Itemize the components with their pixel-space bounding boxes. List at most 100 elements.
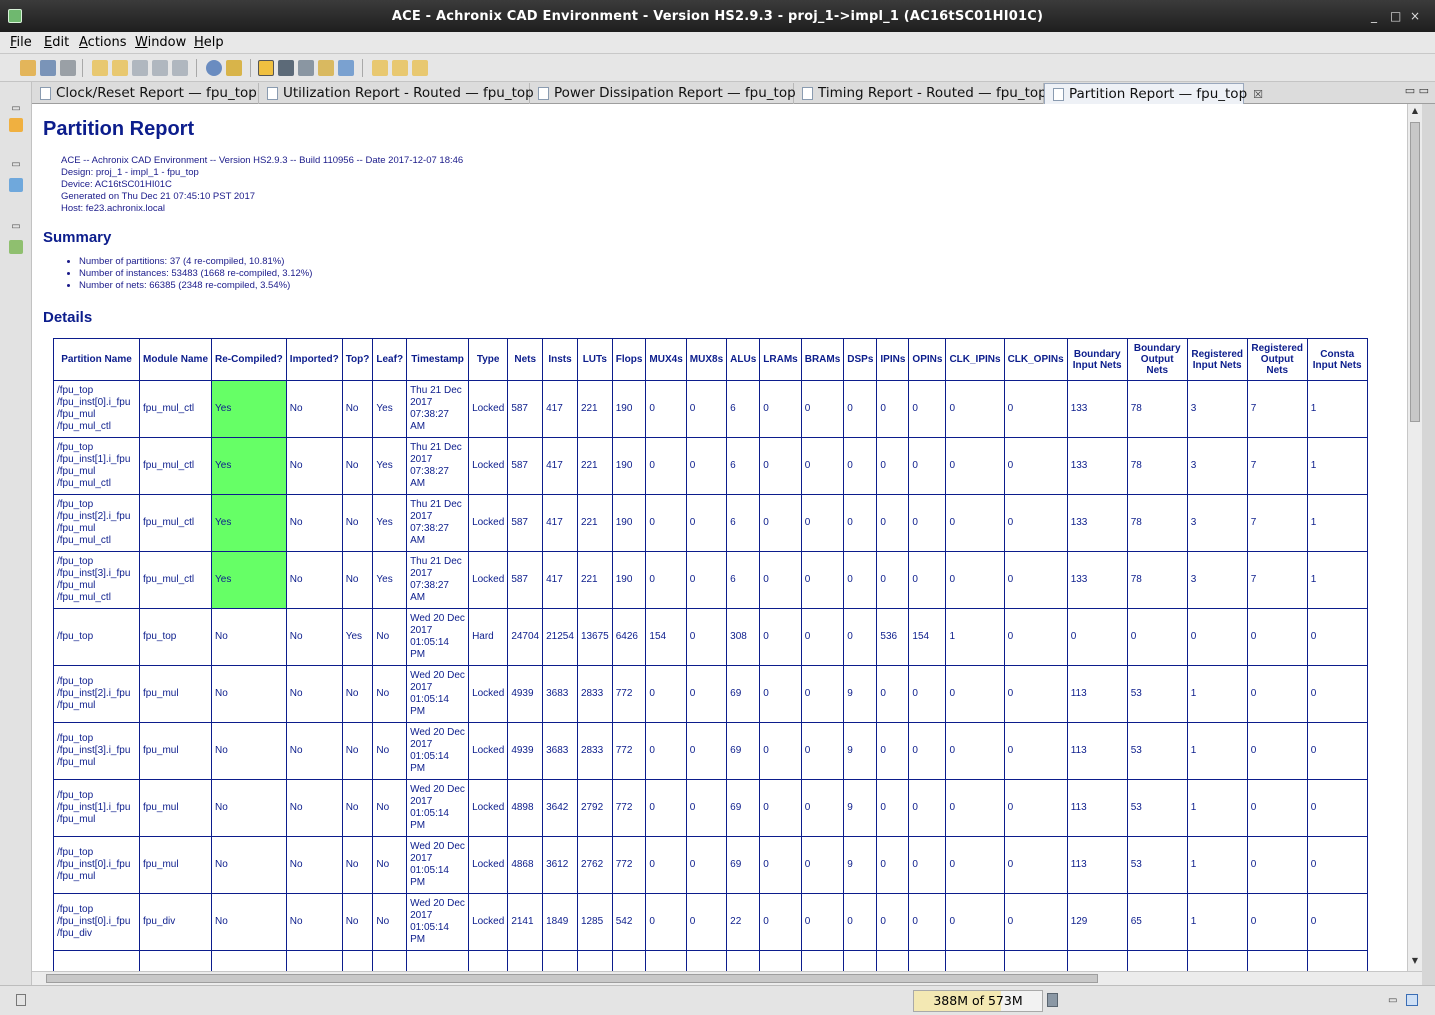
table-row: /fpu_top Wed 20 (53, 950, 1368, 971)
table-cell: No (341, 494, 374, 552)
menu-edit[interactable]: Edit (44, 35, 69, 50)
table-cell: 69 (726, 836, 761, 894)
table-cell: Locked (468, 836, 509, 894)
column-header: LUTs (576, 338, 613, 381)
horizontal-scrollbar[interactable] (32, 971, 1422, 985)
table-cell: 0 (1306, 893, 1368, 951)
table-cell: 53 (1126, 779, 1188, 837)
restore-icon[interactable]: ▭ (9, 220, 23, 234)
table-cell: 0 (843, 608, 878, 666)
minimize-button[interactable]: _ (1371, 9, 1377, 23)
open-icon[interactable] (20, 60, 36, 76)
column-header: DSPs (843, 338, 878, 381)
column-header: Partition Name (53, 338, 140, 381)
table-cell: 3642 (542, 779, 578, 837)
tasks-view-icon[interactable] (9, 178, 23, 192)
table-cell: 0 (645, 437, 687, 495)
table-cell: 0 (843, 551, 878, 609)
table-cell: 0 (645, 722, 687, 780)
table-cell: 154 (908, 608, 947, 666)
layout-icon[interactable] (258, 60, 274, 76)
help-icon[interactable] (206, 60, 222, 76)
view-controls[interactable]: ▭ ▭ (1405, 84, 1429, 97)
table-cell: Locked (468, 380, 509, 438)
tab-utilization-report[interactable]: Utilization Report - Routed — fpu_top (259, 83, 534, 104)
menu-help[interactable]: Help (194, 35, 224, 50)
outline-view-icon[interactable] (9, 240, 23, 254)
close-window-button[interactable]: × (1410, 9, 1420, 23)
menu-actions[interactable]: Actions (79, 35, 127, 50)
table-cell: 0 (759, 437, 802, 495)
view-icon[interactable] (1406, 994, 1418, 1006)
menu-window[interactable]: Window (135, 35, 186, 50)
table-cell: 22 (726, 893, 761, 951)
table-cell: fpu_mul_ctl (138, 380, 213, 438)
table-cell: Wed 20 Dec 2017 01:05:14 PM (406, 779, 470, 837)
table-cell: 53 (1126, 665, 1188, 723)
table-cell: No (211, 665, 287, 723)
table-cell: Wed 20 Dec 2017 01:05:14 PM (406, 665, 470, 723)
vertical-scrollbar[interactable]: ▲ ▼ (1407, 104, 1422, 971)
floorplan-icon[interactable] (278, 60, 294, 76)
package-icon[interactable] (298, 60, 314, 76)
table-cell: Yes (211, 494, 287, 552)
restore-icon[interactable]: ▭ (9, 102, 23, 116)
document-icon (267, 87, 278, 100)
tab-power-dissipation-report[interactable]: Power Dissipation Report — fpu_top (530, 83, 796, 104)
cut-icon[interactable] (132, 60, 148, 76)
search-help-icon[interactable] (226, 60, 242, 76)
tab-label: Timing Report - Routed — fpu_top (818, 85, 1047, 101)
table-cell: Yes (372, 551, 408, 609)
column-header: MUX8s (685, 338, 728, 381)
tab-partition-report[interactable]: Partition Report — fpu_top ☒ (1044, 83, 1263, 104)
print-icon[interactable] (60, 60, 76, 76)
scroll-thumb[interactable] (46, 974, 1098, 983)
restore-icon[interactable]: ▭ (1388, 995, 1397, 1006)
column-header: CLK_OPINs (1003, 338, 1068, 381)
table-cell (542, 950, 578, 971)
table-cell: 0 (945, 836, 1005, 894)
table-cell (945, 950, 1005, 971)
table-cell: 0 (800, 836, 845, 894)
forward-icon[interactable] (392, 60, 408, 76)
table-cell: Locked (468, 437, 509, 495)
back-icon[interactable] (372, 60, 388, 76)
tab-label: Power Dissipation Report — fpu_top (554, 85, 796, 101)
restore-icon[interactable]: ▭ (9, 158, 23, 172)
table-cell: 0 (843, 380, 878, 438)
column-header: Timestamp (406, 338, 470, 381)
table-cell: Yes (372, 437, 408, 495)
scroll-thumb[interactable] (1410, 122, 1420, 422)
fast-view-icon[interactable] (16, 994, 26, 1006)
undo-icon[interactable] (92, 60, 108, 76)
tab-clock-reset-report[interactable]: Clock/Reset Report — fpu_top (32, 83, 259, 104)
garbage-collect-icon[interactable] (1047, 993, 1058, 1007)
maximize-button[interactable]: □ (1390, 9, 1401, 23)
report-icon[interactable] (338, 60, 354, 76)
table-cell: 221 (576, 551, 613, 609)
paste-icon[interactable] (172, 60, 188, 76)
save-icon[interactable] (40, 60, 56, 76)
table-cell: 6 (726, 437, 761, 495)
redo-icon[interactable] (112, 60, 128, 76)
menu-file[interactable]: File (10, 35, 32, 50)
scroll-down-icon[interactable]: ▼ (1410, 956, 1420, 968)
table-cell: Yes (372, 380, 408, 438)
column-header: Nets (507, 338, 544, 381)
table-cell: Thu 21 Dec 2017 07:38:27 AM (406, 494, 470, 552)
netlist-icon[interactable] (318, 60, 334, 76)
heap-status[interactable]: 388M of 573M (913, 990, 1043, 1012)
scroll-up-icon[interactable]: ▲ (1410, 106, 1420, 118)
projects-view-icon[interactable] (9, 118, 23, 132)
table-cell: 0 (685, 380, 728, 438)
meta-line: Generated on Thu Dec 21 07:45:10 PST 201… (61, 191, 256, 202)
sync-icon[interactable] (412, 60, 428, 76)
table-cell: Wed 20 Dec 2017 01:05:14 PM (406, 836, 470, 894)
copy-icon[interactable] (152, 60, 168, 76)
table-cell: Thu 21 Dec 2017 07:38:27 AM (406, 380, 470, 438)
table-cell: 587 (507, 380, 544, 438)
tab-timing-report[interactable]: Timing Report - Routed — fpu_top (794, 83, 1047, 104)
table-cell: No (285, 722, 343, 780)
table-cell: 0 (645, 836, 687, 894)
close-tab-icon[interactable]: ☒ (1253, 88, 1263, 101)
